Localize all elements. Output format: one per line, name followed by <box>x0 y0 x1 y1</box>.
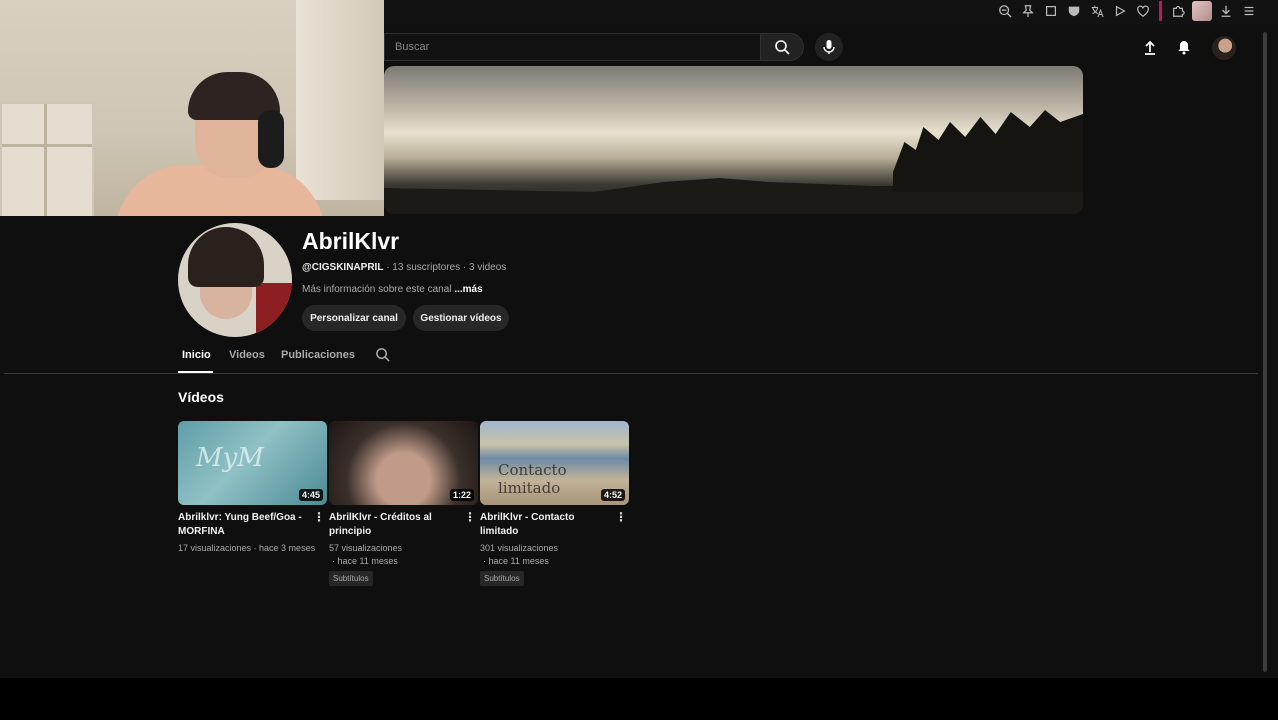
channel-info-text: Más información sobre este canal <box>302 284 452 295</box>
crop-icon[interactable] <box>1042 2 1060 20</box>
video-age: · hace 11 meses <box>332 556 398 566</box>
video-card[interactable]: MyM 4:45 Abrilklvr: Yung Beef/Goa - MORF… <box>178 421 327 555</box>
puzzle-icon[interactable] <box>1169 2 1187 20</box>
tab-inicio[interactable]: Inicio <box>182 349 211 361</box>
masthead: Buscar <box>384 24 1278 68</box>
manage-videos-button[interactable]: Gestionar vídeos <box>413 305 509 331</box>
customize-channel-button[interactable]: Personalizar canal <box>302 305 406 331</box>
video-card[interactable]: 1:22 AbrilKlvr - Créditos al principio ⋮… <box>329 421 478 586</box>
tab-videos[interactable]: Videos <box>229 349 265 361</box>
scrollbar[interactable] <box>1262 32 1268 678</box>
account-avatar[interactable] <box>1212 36 1236 60</box>
duration-badge: 4:45 <box>298 489 323 501</box>
zoom-out-icon[interactable] <box>996 2 1014 20</box>
thumbnail-artwork: MyM <box>196 443 264 473</box>
channel-search-icon[interactable] <box>375 347 390 365</box>
play-icon[interactable] <box>1111 2 1129 20</box>
section-title: Vídeos <box>178 389 224 405</box>
video-meta: 301 visualizaciones · hace 11 meses Subt… <box>480 542 629 586</box>
duration-badge: 1:22 <box>449 489 474 501</box>
video-age: · hace 11 meses <box>483 556 549 566</box>
video-title[interactable]: Abrilklvr: Yung Beef/Goa - MORFINA <box>178 511 310 539</box>
channel-avatar[interactable] <box>178 223 292 337</box>
upload-icon[interactable] <box>1139 36 1161 58</box>
search-placeholder: Buscar <box>395 41 430 53</box>
video-title[interactable]: AbrilKlvr - Créditos al principio <box>329 511 461 539</box>
more-options-icon[interactable]: ⋮ <box>464 510 476 524</box>
taskbar-area <box>0 678 1278 720</box>
webcam-headphones <box>258 110 284 168</box>
extension-icons <box>996 0 1258 22</box>
webcam-shelf <box>0 102 94 216</box>
more-options-icon[interactable]: ⋮ <box>313 510 325 524</box>
tab-publicaciones[interactable]: Publicaciones <box>281 349 355 361</box>
pin-icon[interactable] <box>1019 2 1037 20</box>
search-input[interactable]: Buscar <box>384 33 760 61</box>
channel-banner <box>384 66 1083 214</box>
video-meta: 17 visualizaciones · hace 3 meses <box>178 543 316 553</box>
voice-search-button[interactable] <box>815 33 843 61</box>
banner-trees <box>893 110 1083 192</box>
video-meta: 57 visualizaciones · hace 11 meses Subtí… <box>329 542 478 586</box>
search-icon <box>775 40 790 55</box>
search-button[interactable] <box>760 33 804 61</box>
video-thumbnail[interactable]: 1:22 <box>329 421 478 505</box>
profile-avatar-icon[interactable] <box>1192 1 1212 21</box>
channel-description[interactable]: Más información sobre este canal ...más <box>302 284 483 295</box>
more-link[interactable]: ...más <box>454 284 482 295</box>
video-thumbnail[interactable]: Contacto limitado 4:52 <box>480 421 629 505</box>
bell-icon[interactable] <box>1173 36 1195 58</box>
duration-badge: 4:52 <box>600 489 625 501</box>
more-options-icon[interactable]: ⋮ <box>615 510 627 524</box>
toolbar-separator <box>1159 1 1162 21</box>
shield-icon[interactable] <box>1065 2 1083 20</box>
video-views: 301 visualizaciones <box>480 543 559 553</box>
webcam-door <box>296 0 384 200</box>
avatar-background <box>256 283 292 337</box>
tabs-divider <box>4 373 1258 374</box>
scrollbar-thumb[interactable] <box>1263 32 1267 672</box>
channel-handle: @CIGSKINAPRIL <box>302 262 384 273</box>
channel-name: AbrilKlvr <box>302 228 400 254</box>
translate-icon[interactable] <box>1088 2 1106 20</box>
video-views: 57 visualizaciones <box>329 543 403 553</box>
webcam-overlay <box>0 0 384 216</box>
channel-meta: @CIGSKINAPRIL · 13 suscriptores · 3 vide… <box>302 262 506 273</box>
subtitles-badge: Subtítulos <box>480 571 524 586</box>
mic-icon <box>823 40 835 54</box>
download-icon[interactable] <box>1217 2 1235 20</box>
video-title[interactable]: AbrilKlvr - Contacto limitado <box>480 511 612 539</box>
subtitles-badge: Subtítulos <box>329 571 373 586</box>
video-card[interactable]: Contacto limitado 4:52 AbrilKlvr - Conta… <box>480 421 629 586</box>
heart-icon[interactable] <box>1134 2 1152 20</box>
avatar-hair <box>188 227 264 287</box>
menu-icon[interactable] <box>1240 2 1258 20</box>
channel-stats: · 13 suscriptores · 3 videos <box>383 262 507 273</box>
video-thumbnail[interactable]: MyM 4:45 <box>178 421 327 505</box>
